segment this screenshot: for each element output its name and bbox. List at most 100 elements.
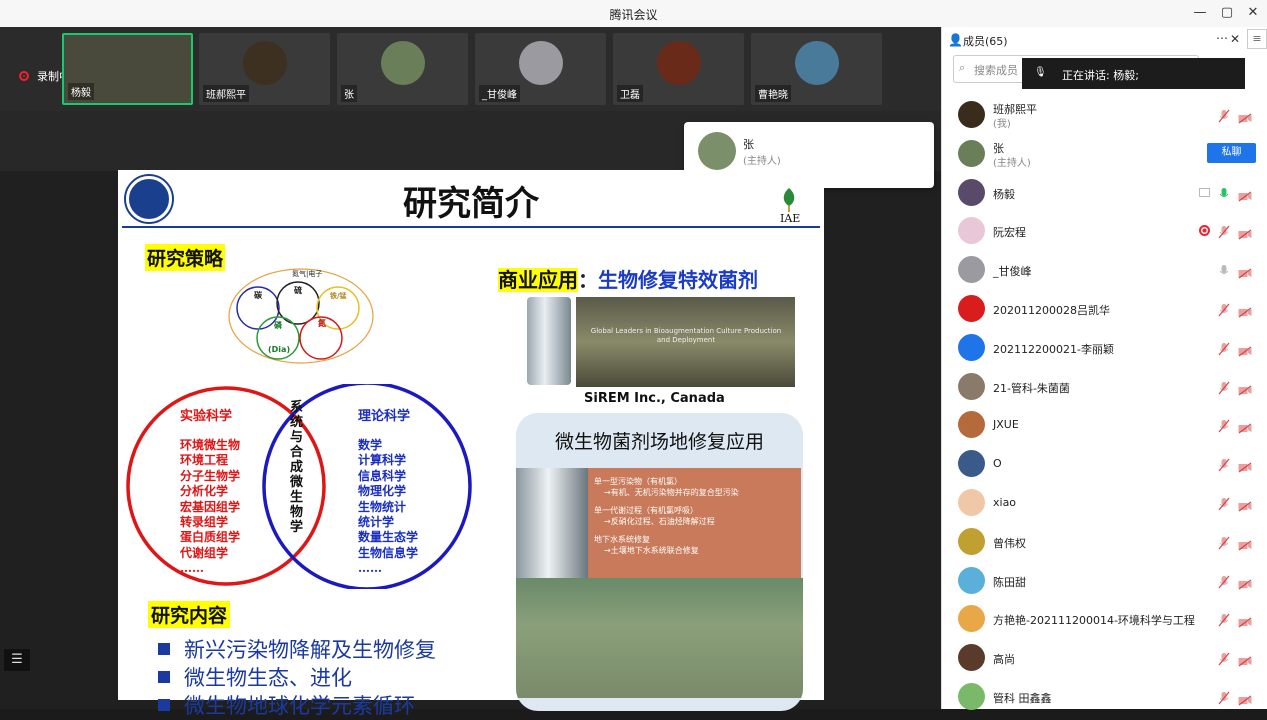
microphone-icon[interactable]: [1218, 186, 1230, 200]
video-tile[interactable]: 曹艳晓: [751, 33, 882, 105]
panel-menu-icon[interactable]: ≡: [1247, 29, 1267, 49]
member-avatar: [958, 450, 985, 478]
svg-text:(Dia): (Dia): [268, 345, 290, 354]
camera-icon[interactable]: [1238, 109, 1252, 124]
screen-share-icon: [1199, 187, 1210, 197]
member-row[interactable]: 阮宏程: [942, 212, 1267, 250]
close-button[interactable]: ✕: [1243, 4, 1263, 22]
microphone-icon[interactable]: [1218, 108, 1230, 123]
camera-icon[interactable]: [1238, 264, 1252, 279]
member-row[interactable]: 班郝熙平 (我): [942, 96, 1267, 134]
record-icon: [19, 71, 29, 81]
member-row[interactable]: JXUE: [942, 406, 1267, 444]
host-role: (主持人): [743, 156, 781, 167]
camera-icon[interactable]: [1238, 342, 1252, 357]
microphone-icon[interactable]: [1218, 574, 1230, 588]
member-row[interactable]: 高尚: [942, 639, 1267, 677]
microphone-icon[interactable]: [1218, 457, 1230, 472]
people-icon: 👤: [948, 33, 963, 47]
camera-icon[interactable]: [1238, 691, 1252, 706]
member-row[interactable]: 21-管科-朱菌菌: [942, 368, 1267, 406]
minimize-button[interactable]: —: [1190, 4, 1210, 22]
member-row[interactable]: 张 (主持人) 私聊: [942, 135, 1267, 173]
member-row[interactable]: 方艳艳-202111200014-环境科学与工程: [942, 600, 1267, 638]
science-item: 数学: [358, 438, 383, 452]
camera-icon[interactable]: [1238, 419, 1252, 434]
field-item-sub: →反硝化过程、石油烃降解过程: [604, 517, 715, 526]
camera-icon[interactable]: [1238, 225, 1252, 240]
bullet-square-icon: [158, 699, 170, 711]
camera-icon[interactable]: [1238, 458, 1252, 473]
camera-icon[interactable]: [1238, 652, 1252, 667]
microphone-icon[interactable]: [1218, 496, 1230, 511]
camera-icon[interactable]: [1238, 497, 1252, 512]
svg-text:氮: 氮: [318, 318, 326, 328]
video-tile[interactable]: 卫磊: [613, 33, 744, 105]
microphone-icon[interactable]: [1218, 341, 1230, 356]
microphone-icon[interactable]: [1218, 263, 1230, 277]
video-tile[interactable]: _甘俊峰: [475, 33, 606, 105]
science-item: ……: [180, 561, 204, 576]
member-row[interactable]: 管科 田鑫鑫: [942, 678, 1267, 716]
experimental-list: 环境微生物 环境工程 分子生物学 分析化学 宏基因组学 转录组学 蛋白质组学 代谢组学……: [180, 438, 240, 577]
center-vertical-text: 系统与合成微生物学: [290, 400, 304, 535]
field-title: 微生物菌剂场地修复应用: [554, 431, 764, 453]
application-prefix: 商业应用: [498, 268, 578, 292]
more-options-icon[interactable]: ⋯: [1216, 31, 1228, 45]
video-tile[interactable]: 杨毅: [62, 33, 193, 105]
microphone-icon[interactable]: [1218, 224, 1230, 239]
member-avatar: [958, 139, 985, 167]
camera-icon[interactable]: [1238, 303, 1252, 318]
member-role: (我): [993, 119, 1011, 130]
video-tile[interactable]: 张: [337, 33, 468, 105]
member-avatar: [958, 566, 985, 594]
camera-icon[interactable]: [1238, 536, 1252, 551]
member-row[interactable]: _甘俊峰: [942, 251, 1267, 289]
microphone-icon[interactable]: [1218, 302, 1230, 317]
product-canister-image: [527, 297, 571, 385]
camera-icon[interactable]: [1238, 575, 1252, 590]
menu-icon[interactable]: ☰: [4, 649, 30, 671]
member-name: 杨毅: [993, 187, 1015, 201]
canister-photo: [516, 468, 588, 578]
microphone-icon[interactable]: [1218, 418, 1230, 433]
private-chat-button[interactable]: 私聊: [1207, 142, 1256, 163]
camera-icon[interactable]: [1238, 381, 1252, 396]
member-avatar: [958, 217, 985, 245]
science-item: 代谢组学: [180, 545, 229, 560]
member-count: 成员(65): [963, 35, 1008, 48]
science-item: 转录组学: [180, 515, 229, 530]
member-row[interactable]: 202011200028吕凯华: [942, 290, 1267, 328]
camera-icon[interactable]: [1238, 187, 1252, 202]
restore-button[interactable]: ▢: [1217, 4, 1237, 22]
microphone-icon[interactable]: [1218, 651, 1230, 666]
microphone-icon[interactable]: [1218, 690, 1230, 705]
panel-close-icon[interactable]: ✕: [1230, 32, 1240, 46]
member-row[interactable]: 陈田甜: [942, 562, 1267, 600]
video-tile[interactable]: 班郝熙平: [199, 33, 330, 105]
member-row[interactable]: 202112200021-李丽颖: [942, 329, 1267, 367]
application-heading: 商业应用：生物修复特效菌剂: [498, 264, 758, 293]
content-text: 微生物地球化学元素循环: [184, 694, 415, 718]
application-suffix: 生物修复特效菌剂: [598, 268, 758, 292]
member-name: 管科 田鑫鑫: [993, 692, 1052, 705]
member-row[interactable]: 曾伟权: [942, 523, 1267, 561]
search-placeholder: 搜索成员: [974, 64, 1018, 77]
title-bar: 腾讯会议 — ▢ ✕: [0, 0, 1267, 27]
science-item: 环境工程: [180, 453, 229, 468]
experimental-title: 实验科学: [180, 409, 233, 424]
member-row[interactable]: xiao: [942, 484, 1267, 522]
camera-icon[interactable]: [1238, 613, 1252, 628]
microphone-icon[interactable]: [1218, 535, 1230, 550]
host-avatar: [698, 132, 736, 170]
member-avatar: [958, 333, 985, 361]
field-item-head: 单一型污染物（有机氯）: [594, 477, 682, 486]
member-row[interactable]: 杨毅: [942, 174, 1267, 212]
video-strip: 录制中 杨毅 班郝熙平张 _甘俊峰 卫磊 曹艳晓: [0, 27, 941, 111]
field-item-head: 单一代谢过程（有机氯呼吸）: [594, 506, 698, 515]
microphone-icon[interactable]: [1218, 612, 1230, 627]
member-row[interactable]: O: [942, 445, 1267, 483]
member-name: 陈田甜: [993, 575, 1026, 589]
bullet-square-icon: [158, 671, 170, 683]
microphone-icon[interactable]: [1218, 380, 1230, 394]
